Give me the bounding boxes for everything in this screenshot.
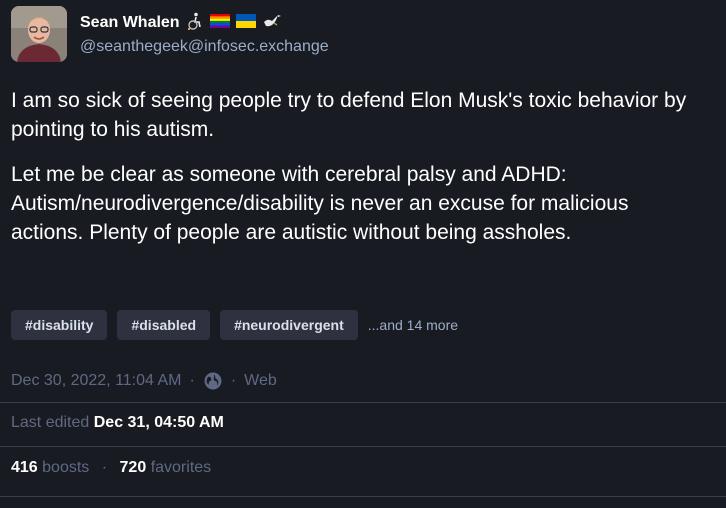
account-handle[interactable]: @seanthegeek@infosec.exchange: [80, 38, 329, 56]
hashtag-disability[interactable]: #disability: [11, 310, 108, 340]
post-meta: Dec 30, 2022, 11:04 AM · · Web: [11, 368, 277, 394]
application-name: Web: [244, 372, 277, 389]
edited-label: Last edited: [11, 414, 90, 431]
separator-dot: ·: [230, 372, 237, 389]
favorites-stat[interactable]: 720 favorites: [120, 459, 212, 476]
dove-icon: [262, 13, 282, 34]
rainbow-flag-icon: [209, 13, 230, 33]
boosts-count: 416: [11, 459, 38, 476]
hashtag-neurodivergent[interactable]: #neurodivergent: [220, 310, 358, 340]
post-header: Sean Whalen @seanthegeek@infosec.exchang…: [11, 6, 329, 62]
wheelchair-person-icon: [186, 12, 204, 35]
avatar[interactable]: [11, 6, 67, 62]
display-name[interactable]: Sean Whalen: [80, 14, 180, 32]
favorites-label: favorites: [150, 459, 212, 476]
boosts-stat[interactable]: 416 boosts: [11, 459, 89, 476]
separator-dot: ·: [101, 459, 108, 476]
favorites-count: 720: [119, 459, 147, 476]
edited-date: Dec 31, 04:50 AM: [93, 414, 224, 431]
divider: [0, 446, 726, 447]
hashtag-bar: #disability #disabled #neurodivergent ..…: [11, 310, 458, 340]
divider: [0, 402, 726, 403]
edit-history[interactable]: Last edited Dec 31, 04:50 AM: [11, 414, 224, 432]
post-content: I am so sick of seeing people try to def…: [11, 86, 691, 263]
avatar-portrait: [11, 6, 67, 62]
separator-dot: ·: [189, 372, 195, 389]
globe-icon: [203, 371, 223, 391]
more-tags-link[interactable]: ...and 14 more: [368, 317, 458, 333]
boosts-label: boosts: [42, 459, 90, 476]
hashtag-disabled[interactable]: #disabled: [117, 310, 211, 340]
divider: [0, 496, 726, 497]
post-stats: 416 boosts · 720 favorites: [11, 459, 211, 477]
post-paragraph: I am so sick of seeing people try to def…: [11, 89, 687, 141]
ukraine-flag-icon: [235, 13, 256, 33]
post-date[interactable]: Dec 30, 2022, 11:04 AM: [11, 372, 181, 390]
post-paragraph: Let me be clear as someone with cerebral…: [11, 163, 629, 244]
